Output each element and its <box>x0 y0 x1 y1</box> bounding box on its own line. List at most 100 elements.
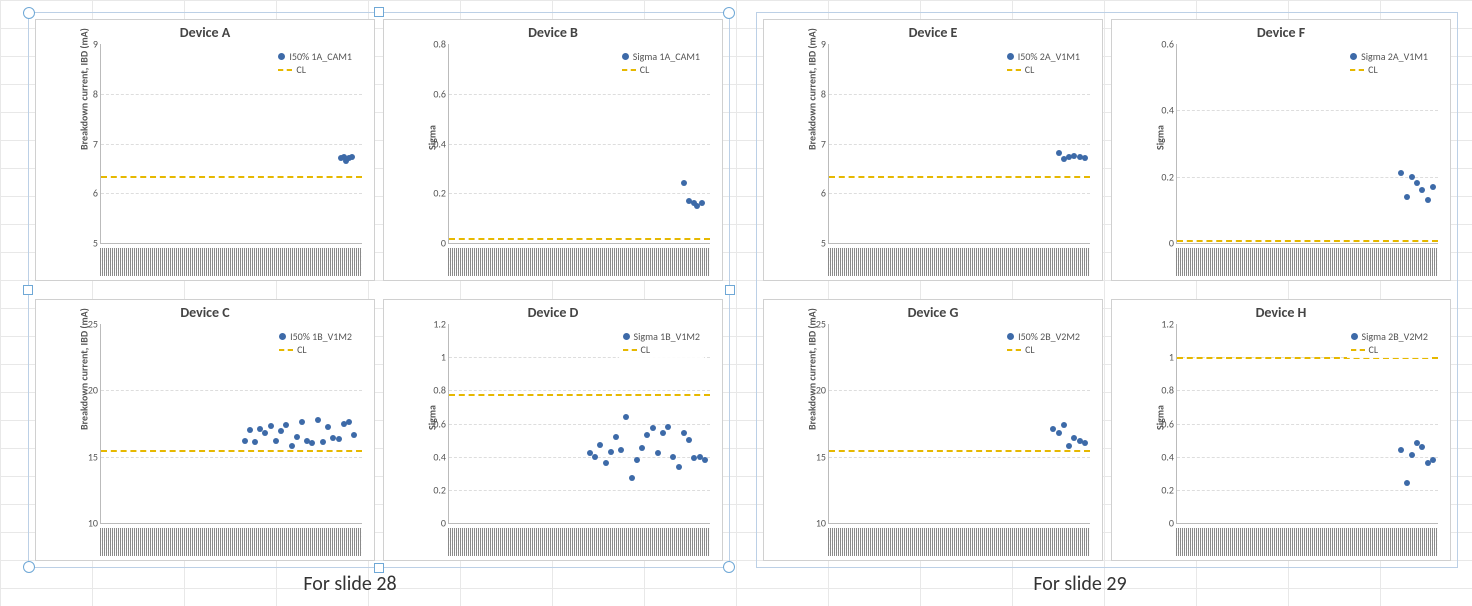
y-tick: 0.4 <box>1161 104 1174 117</box>
data-point <box>1398 170 1404 176</box>
data-point <box>686 437 692 443</box>
chart-device-f[interactable]: Device FSigma00.20.40.6Sigma 2A_V1M1CL <box>1111 19 1451 281</box>
chart-device-b[interactable]: Device BSigma00.20.40.60.8Sigma 1A_CAM1C… <box>383 19 723 281</box>
chart-device-d[interactable]: Device DSigma00.20.40.60.811.2Sigma 1B_V… <box>383 299 723 561</box>
legend-cl-label: CL <box>1369 343 1379 356</box>
chart-device-a[interactable]: Device ABreakdown current, IBD (mA)56789… <box>35 19 375 281</box>
chart-device-c[interactable]: Device CBreakdown current, IBD (mA)10152… <box>35 299 375 561</box>
chart-device-e[interactable]: Device EBreakdown current, IBD (mA)56789… <box>763 19 1103 281</box>
data-point <box>1409 174 1415 180</box>
data-point <box>597 442 603 448</box>
plot-area: 56789I50% 1A_CAM1CL <box>100 44 362 244</box>
control-limit-line <box>101 450 362 452</box>
x-axis-categories <box>76 248 366 276</box>
data-point <box>1430 457 1436 463</box>
data-point <box>665 424 671 430</box>
data-point <box>336 436 342 442</box>
data-point <box>660 430 666 436</box>
data-point <box>278 428 284 434</box>
y-tick: 0.4 <box>433 450 446 463</box>
data-point <box>681 430 687 436</box>
plot-area: 10152025I50% 1B_V1M2CL <box>100 324 362 524</box>
x-axis-categories <box>804 248 1094 276</box>
plot-area: 56789I50% 2A_V1M1CL <box>828 44 1090 244</box>
control-limit-line <box>101 176 362 178</box>
x-axis-categories <box>1152 248 1442 276</box>
x-axis-categories <box>424 528 714 556</box>
y-tick: 20 <box>816 384 826 397</box>
chart-device-g[interactable]: Device GBreakdown current, IBD (mA)10152… <box>763 299 1103 561</box>
y-tick: 8 <box>821 87 826 100</box>
legend-cl-label: CL <box>1025 343 1035 356</box>
data-point <box>608 449 614 455</box>
legend: Sigma 1A_CAM1CL <box>618 48 704 78</box>
legend-cl-label: CL <box>641 343 651 356</box>
control-limit-line <box>449 238 710 240</box>
chart-group-slide29[interactable]: Device EBreakdown current, IBD (mA)56789… <box>756 12 1458 568</box>
legend-cl-label: CL <box>640 63 650 76</box>
data-point <box>1056 150 1062 156</box>
y-tick: 1 <box>1169 351 1174 364</box>
legend-cl-label: CL <box>296 63 306 76</box>
y-axis-label: Breakdown current, IBD (mA) <box>806 138 819 150</box>
data-point <box>1419 187 1425 193</box>
data-point <box>1425 197 1431 203</box>
x-axis-categories <box>76 528 366 556</box>
data-point <box>1082 440 1088 446</box>
data-point <box>289 443 295 449</box>
control-limit-line <box>829 176 1090 178</box>
data-point <box>1056 430 1062 436</box>
data-point <box>320 439 326 445</box>
y-tick: 0.8 <box>1161 384 1174 397</box>
y-axis-label: Breakdown current, IBD (mA) <box>806 418 819 430</box>
data-point <box>655 450 661 456</box>
y-tick: 0.8 <box>433 384 446 397</box>
data-point <box>349 154 355 160</box>
y-tick: 0.6 <box>1161 417 1174 430</box>
data-point <box>1404 194 1410 200</box>
y-tick: 15 <box>88 450 98 463</box>
data-point <box>268 423 274 429</box>
data-point <box>1061 422 1067 428</box>
y-tick: 9 <box>821 38 826 51</box>
chart-group-slide28[interactable]: Device ABreakdown current, IBD (mA)56789… <box>28 12 730 568</box>
data-point <box>294 434 300 440</box>
legend: I50% 1A_CAM1CL <box>274 48 356 78</box>
x-axis-categories <box>1152 528 1442 556</box>
data-point <box>592 454 598 460</box>
data-point <box>650 425 656 431</box>
y-tick: 0.6 <box>1161 38 1174 51</box>
data-point <box>299 419 305 425</box>
legend: Sigma 2A_V1M1CL <box>1346 48 1432 78</box>
legend-series-label: Sigma 1A_CAM1 <box>633 50 700 63</box>
x-axis-categories <box>424 248 714 276</box>
data-point <box>346 419 352 425</box>
data-point <box>623 414 629 420</box>
legend-series-label: I50% 2B_V2M2 <box>1018 330 1080 343</box>
y-tick: 0.6 <box>433 417 446 430</box>
data-point <box>670 454 676 460</box>
data-point <box>1398 447 1404 453</box>
legend-series-label: I50% 1A_CAM1 <box>289 50 352 63</box>
legend-series-label: Sigma 2A_V1M1 <box>1361 50 1428 63</box>
data-point <box>634 457 640 463</box>
y-tick: 8 <box>93 87 98 100</box>
data-point <box>252 439 258 445</box>
y-tick: 1.2 <box>1161 318 1174 331</box>
data-point <box>1419 444 1425 450</box>
caption-slide28: For slide 28 <box>250 572 450 596</box>
data-point <box>613 434 619 440</box>
data-point <box>283 422 289 428</box>
legend: Sigma 2B_V2M2CL <box>1347 328 1432 358</box>
y-tick: 25 <box>88 318 98 331</box>
data-point <box>325 424 331 430</box>
y-axis-label: Sigma <box>1154 138 1167 150</box>
y-tick: 6 <box>93 187 98 200</box>
data-point <box>351 432 357 438</box>
y-tick: 7 <box>93 137 98 150</box>
plot-area: 00.20.40.60.811.2Sigma 1B_V1M2CL <box>448 324 710 524</box>
y-tick: 1 <box>441 351 446 364</box>
plot-area: 00.20.40.6Sigma 2A_V1M1CL <box>1176 44 1438 244</box>
data-point <box>1066 443 1072 449</box>
chart-device-h[interactable]: Device HSigma00.20.40.60.811.2Sigma 2B_V… <box>1111 299 1451 561</box>
